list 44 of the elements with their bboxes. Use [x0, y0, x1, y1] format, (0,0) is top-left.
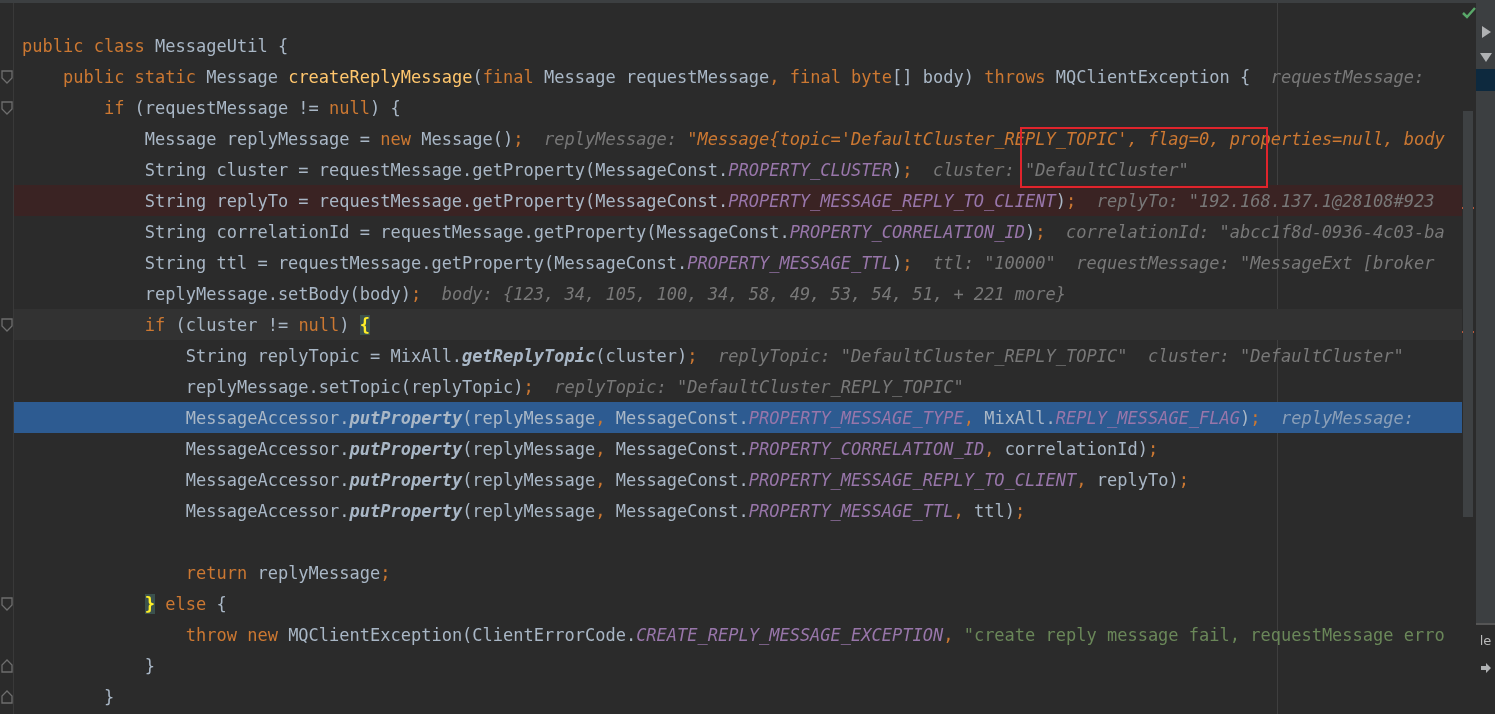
inline-value-hint: requestMessage: "MessageExt [broker	[1076, 251, 1435, 274]
inline-value-hint: body: {123, 34, 105, 100, 34, 58, 49, 53, 54, 51, + 221 more}	[441, 282, 1066, 305]
inline-value-hint: cluster: "DefaultCluster"	[932, 158, 1189, 181]
check-icon	[1462, 7, 1476, 19]
fold-start-icon[interactable]	[1, 100, 13, 115]
code-line: MessageAccessor.putProperty(replyMessage, MessageConst.PROPERTY_MESSAGE_TYPE, MixAll.REPLY_MESSAGE_FLAG);	[184, 406, 1261, 429]
code-line: MessageAccessor.putProperty(replyMessage, MessageConst.PROPERTY_MESSAGE_REPLY_TO_CLIENT, replyTo);	[184, 468, 1189, 491]
triangle-down-icon[interactable]	[1478, 51, 1493, 63]
code-line: replyMessage.setTopic(replyTopic);	[184, 375, 534, 398]
arrow-icon[interactable]	[1479, 662, 1492, 674]
code-line: MessageAccessor.putProperty(replyMessage, MessageConst.PROPERTY_MESSAGE_TTL, ttl);	[184, 499, 1026, 522]
inline-value-hint: replyTopic: "DefaultCluster_REPLY_TOPIC"	[718, 344, 1128, 367]
panel-label[interactable]: le	[1479, 633, 1492, 648]
inline-value-hint: replyTopic: "DefaultCluster_REPLY_TOPIC"	[554, 375, 964, 398]
play-icon[interactable]	[1479, 25, 1492, 39]
code-line: String correlationId = requestMessage.getProperty(MessageConst.PROPERTY_CORRELATION_ID);	[143, 220, 1046, 243]
fold-end-icon[interactable]	[1, 658, 13, 673]
code-line: if (cluster != null) {	[143, 313, 371, 336]
code-line: replyMessage.setBody(body);	[143, 282, 422, 305]
fold-start-icon[interactable]	[1, 317, 13, 332]
code-line: String replyTo = requestMessage.getProperty(MessageConst.PROPERTY_MESSAGE_REPLY_TO_CLIENT);	[143, 189, 1077, 212]
inline-value-hint: ttl: "10000"	[932, 251, 1056, 274]
scrollbar-thumb[interactable]	[1463, 111, 1473, 517]
code-line: public static Message createReplyMessage(final Message requestMessage, final byte[] body) throws MQClientException {	[61, 65, 1251, 88]
code-line: return replyMessage;	[184, 561, 391, 584]
inline-value-hint: replyMessage:	[1281, 406, 1415, 429]
inline-value-hint: requestMessage:	[1270, 65, 1425, 88]
fold-start-icon[interactable]	[1, 596, 13, 611]
inline-value-hint: correlationId: "abcc1f8d-0936-4c03-ba	[1066, 220, 1445, 243]
code-line: } else {	[143, 592, 227, 615]
code-line: public class MessageUtil {	[22, 34, 289, 57]
code-line: throw new MQClientException(ClientErrorCode.CREATE_REPLY_MESSAGE_EXCEPTION, "create reply message fail, requestMessage erro	[184, 623, 1445, 646]
fold-end-icon[interactable]	[1, 689, 13, 704]
inline-value-hint: cluster: "DefaultCluster"	[1147, 344, 1404, 367]
code-line: String cluster = requestMessage.getProperty(MessageConst.PROPERTY_CLUSTER);	[143, 158, 913, 181]
code-line: if (requestMessage != null) {	[102, 96, 401, 119]
fold-start-icon[interactable]	[1, 69, 13, 84]
code-line: }	[143, 654, 156, 677]
code-line: }	[102, 685, 115, 708]
code-line: String replyTopic = MixAll.getReplyTopic(cluster);	[184, 344, 698, 367]
code-line: Message replyMessage = new Message();	[143, 127, 524, 150]
code-line: String ttl = requestMessage.getProperty(MessageConst.PROPERTY_MESSAGE_TTL);	[143, 251, 913, 274]
code-line: MessageAccessor.putProperty(replyMessage, MessageConst.PROPERTY_CORRELATION_ID, correlationId);	[184, 437, 1159, 460]
inline-value-hint: replyTo: "192.168.137.1@28108#923	[1096, 189, 1435, 212]
